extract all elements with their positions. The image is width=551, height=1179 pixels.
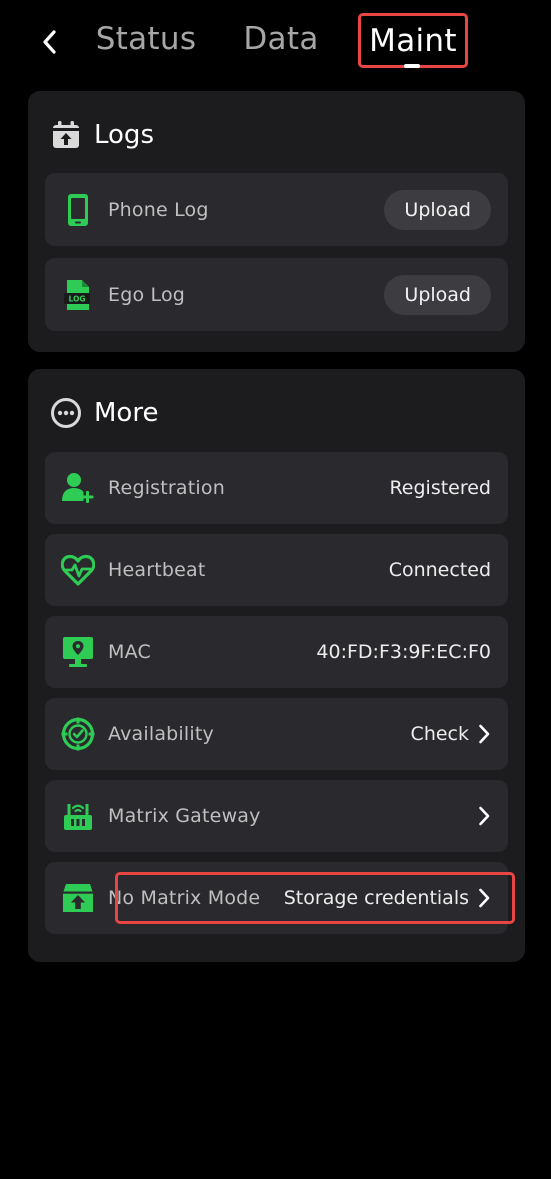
registration-status-text: Registered [389, 477, 491, 499]
matrix-gateway-label: Matrix Gateway [108, 805, 261, 827]
phone-icon [61, 193, 95, 227]
tab-header: Status Data Maint [0, 0, 551, 84]
add-user-icon [61, 471, 95, 505]
list-item-no-matrix-mode[interactable]: No Matrix Mode Storage credentials [45, 862, 515, 934]
mac-value: 40:FD:F3:9F:EC:F0 [316, 641, 491, 663]
logs-title: Logs [50, 119, 154, 151]
tab-data[interactable]: Data [243, 14, 319, 64]
storage-upload-icon [61, 881, 95, 915]
list-item-matrix-gateway[interactable]: Matrix Gateway [45, 780, 508, 852]
more-dots-icon [50, 397, 82, 429]
more-card: More Registration Registered Heartbeat C… [28, 369, 525, 962]
tab-maint[interactable]: Maint [358, 13, 468, 68]
chevron-right-icon [477, 723, 491, 745]
availability-value[interactable]: Check [411, 723, 491, 745]
ego-log-label: Ego Log [108, 283, 186, 306]
active-tab-indicator [404, 64, 420, 68]
availability-check-text: Check [410, 723, 469, 745]
chevron-right-icon [477, 805, 491, 827]
heartbeat-label: Heartbeat [108, 559, 206, 581]
list-item-mac: MAC 40:FD:F3:9F:EC:F0 [45, 616, 508, 688]
router-icon [61, 799, 95, 833]
heartbeat-value: Connected [389, 559, 491, 581]
matrix-gateway-value[interactable] [469, 805, 491, 827]
heartbeat-icon [61, 553, 95, 587]
upload-calendar-icon [50, 119, 82, 151]
more-title-text: More [94, 398, 159, 428]
highlight-box [115, 872, 515, 924]
logs-title-text: Logs [94, 120, 154, 150]
svg-text:LOG: LOG [68, 294, 85, 303]
maint-screen: Status Data Maint Logs Phone Log Upload … [0, 0, 551, 1179]
availability-icon [61, 717, 95, 751]
registration-value: Registered [389, 477, 491, 499]
list-item-heartbeat: Heartbeat Connected [45, 534, 508, 606]
registration-label: Registration [108, 477, 225, 499]
list-item-phone-log: Phone Log Upload [45, 173, 508, 246]
list-item-ego-log: LOG Ego Log Upload [45, 258, 508, 331]
mac-label: MAC [108, 641, 151, 663]
mac-address-text: 40:FD:F3:9F:EC:F0 [316, 641, 491, 663]
monitor-pin-icon [61, 635, 95, 669]
chevron-left-icon [43, 30, 56, 54]
heartbeat-status-text: Connected [388, 559, 491, 581]
phone-log-upload-button[interactable]: Upload [384, 189, 491, 230]
back-button[interactable] [34, 26, 64, 58]
tab-status[interactable]: Status [96, 14, 196, 64]
more-title: More [50, 397, 158, 429]
list-item-registration: Registration Registered [45, 452, 508, 524]
logs-card: Logs Phone Log Upload LOG Ego Log Upload [28, 91, 525, 352]
phone-log-label: Phone Log [108, 198, 209, 221]
log-file-icon: LOG [61, 278, 95, 312]
list-item-availability[interactable]: Availability Check [45, 698, 508, 770]
availability-label: Availability [108, 723, 214, 745]
ego-log-upload-button[interactable]: Upload [384, 274, 491, 315]
